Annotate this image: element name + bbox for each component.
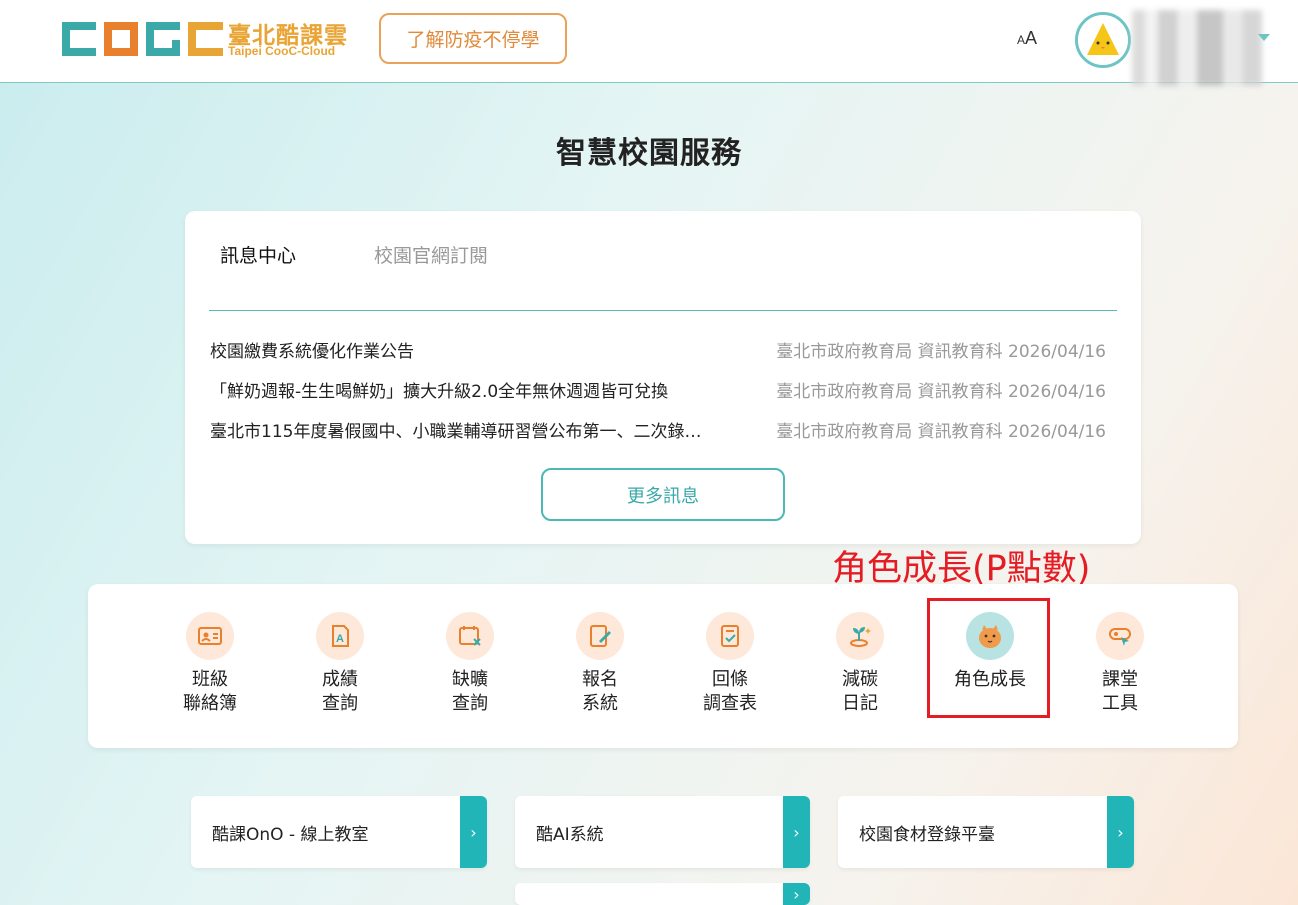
chevron-right-icon: › [460,796,487,868]
link-ono-online-classroom[interactable]: 酷課OnO - 線上教室 › [191,796,487,868]
link-campus-food-platform[interactable]: 校園食材登錄平臺 › [838,796,1134,868]
tab-message-center[interactable]: 訊息中心 [212,241,297,272]
news-title: 校園繳費系統優化作業公告 [210,342,414,362]
news-meta: 臺北市政府教育局 資訊教育科 2026/04/16 [776,422,1106,442]
service-reply-slip[interactable]: 回條 調查表 [675,612,785,722]
service-contact-book[interactable]: 班級 聯絡簿 [155,612,265,722]
grade-report-icon: A [316,612,364,660]
service-label-line2: 查詢 [322,693,358,714]
user-avatar[interactable] [1075,12,1131,68]
link-card-partial[interactable]: › [515,883,810,905]
covid-learning-button[interactable]: 了解防疫不停學 [379,13,567,64]
more-news-button[interactable]: 更多訊息 [541,468,785,521]
news-card: 訊息中心 校園官網訂閱 校園繳費系統優化作業公告 臺北市政府教育局 資訊教育科 … [185,211,1141,544]
service-absence[interactable]: 缺曠 查詢 [415,612,525,722]
svg-text:A: A [336,633,344,645]
news-meta: 臺北市政府教育局 資訊教育科 2026/04/16 [776,342,1106,362]
sprout-coin-icon [836,612,884,660]
service-label-line1: 報名 [582,669,618,690]
service-carbon-diary[interactable]: 減碳 日記 [805,612,915,722]
service-label-line1: 回條 [712,669,748,690]
service-registration[interactable]: 報名 系統 [545,612,655,722]
reply-slip-icon [706,612,754,660]
font-size-small-a: A [1017,33,1026,47]
registration-icon [576,612,624,660]
service-classroom-tools[interactable]: 課堂 工具 [1065,612,1175,722]
absence-calendar-icon [446,612,494,660]
classroom-tools-icon [1096,612,1144,660]
news-meta: 臺北市政府教育局 資訊教育科 2026/04/16 [776,382,1106,402]
chevron-right-icon: › [783,883,810,905]
tab-campus-subscription[interactable]: 校園官網訂閱 [365,241,489,272]
news-list: 校園繳費系統優化作業公告 臺北市政府教育局 資訊教育科 2026/04/16 「… [210,335,1106,455]
service-label-line1: 班級 [192,669,228,690]
font-size-large-a: A [1025,28,1038,48]
service-label-line2: 日記 [842,693,878,714]
cooc-logo-mark-icon [62,22,223,56]
service-label-line1: 減碳 [842,669,878,690]
service-grade-report[interactable]: A 成績查詢 [285,612,395,722]
link-label: 酷AI系統 [536,825,604,845]
news-item[interactable]: 臺北市115年度暑假國中、小職業輔導研習營公布第一、二次錄… 臺北市政府教育局 … [210,415,1106,455]
cooc-logo[interactable]: 臺北酷課雲 Taipei CooC-Cloud [60,16,360,62]
link-label: 校園食材登錄平臺 [859,825,995,845]
font-size-button[interactable]: AA [1017,28,1037,49]
news-item[interactable]: 「鮮奶週報-生生喝鮮奶」擴大升級2.0全年無休週週皆可兌換 臺北市政府教育局 資… [210,375,1106,415]
user-menu-caret-icon[interactable] [1258,34,1270,41]
tab-label: 訊息中心 [220,245,297,267]
service-label-line2: 查詢 [452,693,488,714]
tab-label: 校園官網訂閱 [374,245,489,267]
news-title: 「鮮奶週報-生生喝鮮奶」擴大升級2.0全年無休週週皆可兌換 [210,382,669,402]
news-title: 臺北市115年度暑假國中、小職業輔導研習營公布第一、二次錄… [210,422,702,442]
services-card: 班級 聯絡簿 A 成績 查詢 缺曠 查詢 報名 系統 回條 調查表 減碳 日記 角色成長 [88,584,1238,748]
service-label-line1: 成績 [322,669,358,690]
annotation-highlight-box [927,598,1050,718]
service-label-line1: 課堂 [1102,669,1138,690]
news-item[interactable]: 校園繳費系統優化作業公告 臺北市政府教育局 資訊教育科 2026/04/16 [210,335,1106,375]
link-label: 酷課OnO - 線上教室 [212,825,369,845]
service-label-line2: 系統 [582,693,618,714]
service-label-line1: 缺曠 [452,669,488,690]
logo-subtitle: Taipei CooC-Cloud [228,44,336,58]
chick-avatar-icon [1078,15,1128,65]
chevron-right-icon: › [783,796,810,868]
user-name-redacted[interactable] [1132,10,1262,86]
service-label-line2: 調查表 [703,693,757,714]
link-cool-ai[interactable]: 酷AI系統 › [515,796,810,868]
tab-divider [209,310,1117,311]
contact-book-icon [186,612,234,660]
page-title: 智慧校園服務 [556,136,742,171]
chevron-right-icon: › [1107,796,1134,868]
service-label-line2: 工具 [1102,693,1138,714]
top-header: 臺北酷課雲 Taipei CooC-Cloud 了解防疫不停學 AA [0,0,1298,86]
service-label-line2: 聯絡簿 [183,693,237,714]
